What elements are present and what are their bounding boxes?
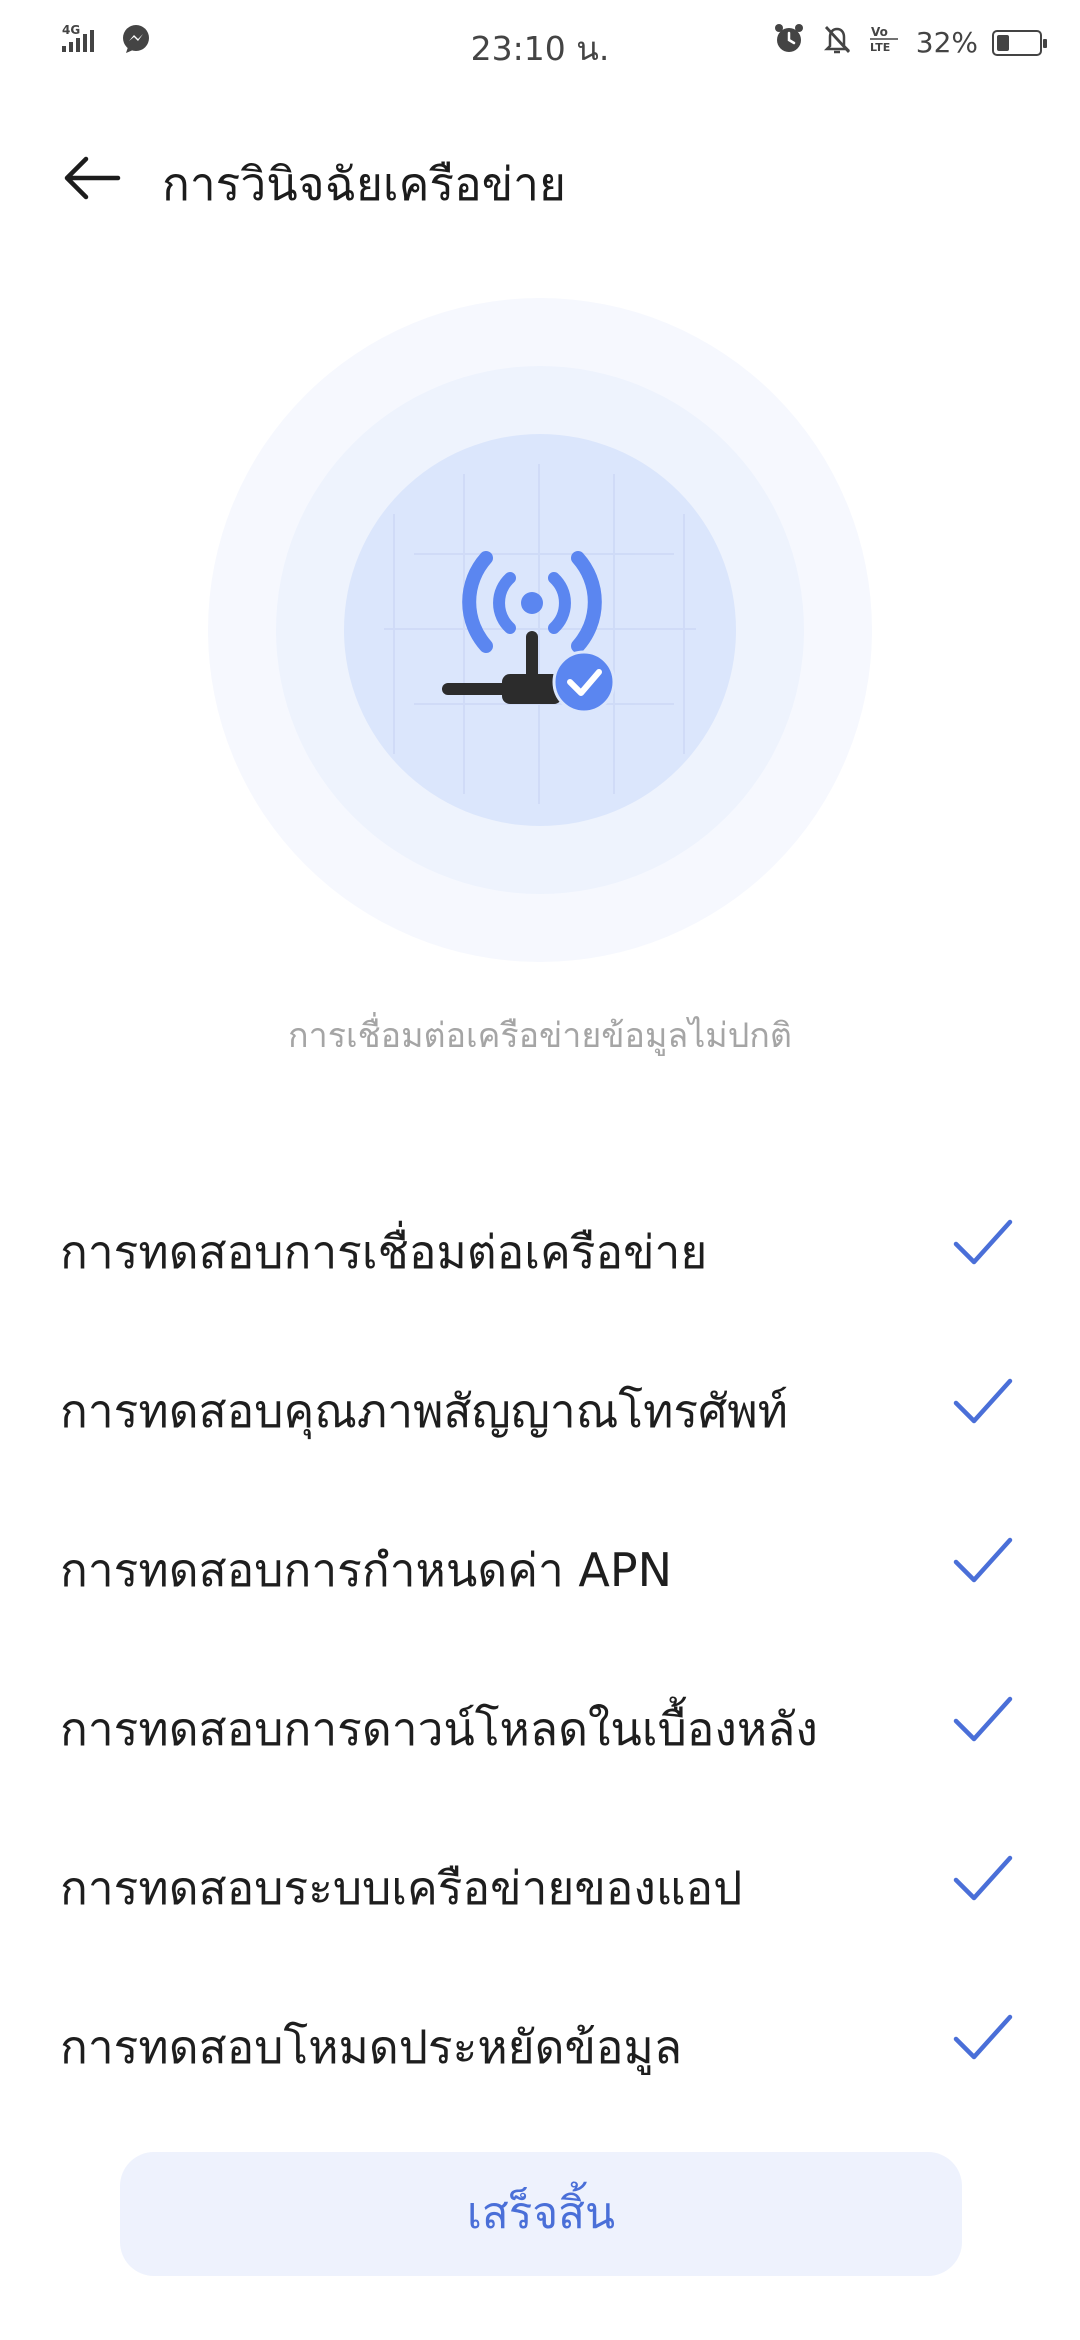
status-right: Vo LTE 32%	[772, 22, 1047, 63]
test-item-data-saver: การทดสอบโหมดประหยัดข้อมูล	[0, 1965, 1080, 2124]
check-icon	[953, 1378, 1013, 1424]
battery-icon	[992, 29, 1047, 56]
silent-icon	[820, 22, 854, 63]
test-label: การทดสอบโหมดประหยัดข้อมูล	[60, 2020, 683, 2074]
svg-text:LTE: LTE	[870, 41, 890, 54]
battery-fill	[997, 34, 1009, 51]
test-label: การทดสอบคุณภาพสัญญาณโทรศัพท์	[60, 1384, 788, 1438]
check-icon	[953, 1219, 1013, 1265]
test-label: การทดสอบการดาวน์โหลดในเบื้องหลัง	[60, 1702, 818, 1756]
battery-percent: 32%	[915, 26, 978, 59]
diagnosis-status-text: การเชื่อมต่อเครือข่ายข้อมูลไม่ปกติ	[288, 1016, 792, 1056]
page-title: การวินิจฉัยเครือข่าย	[162, 157, 566, 211]
check-icon	[953, 1696, 1013, 1742]
check-icon	[953, 1537, 1013, 1583]
test-item-app-network: การทดสอบระบบเครือข่ายของแอป	[0, 1806, 1080, 1965]
test-label: การทดสอบการกำหนดค่า APN	[60, 1543, 673, 1597]
test-label: การทดสอบการเชื่อมต่อเครือข่าย	[60, 1225, 708, 1279]
check-icon	[953, 2014, 1013, 2060]
test-item-background-download: การทดสอบการดาวน์โหลดในเบื้องหลัง	[0, 1647, 1080, 1806]
test-item-apn: การทดสอบการกำหนดค่า APN	[0, 1488, 1080, 1647]
volte-icon: Vo LTE	[868, 22, 902, 63]
done-button[interactable]: เสร็จสิ้น	[120, 2152, 962, 2276]
antenna-check-icon	[442, 551, 616, 714]
network-diagnosis-screen: 4G 23:10 น. Vo LTE 32% การวินิจฉัยเครือข…	[0, 0, 1080, 2340]
test-label: การทดสอบระบบเครือข่ายของแอป	[60, 1861, 743, 1915]
status-bar: 4G 23:10 น. Vo LTE 32%	[0, 0, 1080, 84]
test-item-connection: การทดสอบการเชื่อมต่อเครือข่าย	[0, 1170, 1080, 1329]
back-button[interactable]	[54, 138, 134, 218]
header: การวินิจฉัยเครือข่าย	[0, 120, 1080, 230]
test-list: การทดสอบการเชื่อมต่อเครือข่าย การทดสอบคุ…	[0, 1170, 1080, 2124]
arrow-left-icon	[64, 156, 121, 200]
svg-text:Vo: Vo	[871, 25, 888, 39]
diagnosis-illustration	[208, 298, 872, 962]
check-icon	[953, 1855, 1013, 1901]
alarm-icon	[772, 22, 806, 63]
test-item-signal-quality: การทดสอบคุณภาพสัญญาณโทรศัพท์	[0, 1329, 1080, 1488]
